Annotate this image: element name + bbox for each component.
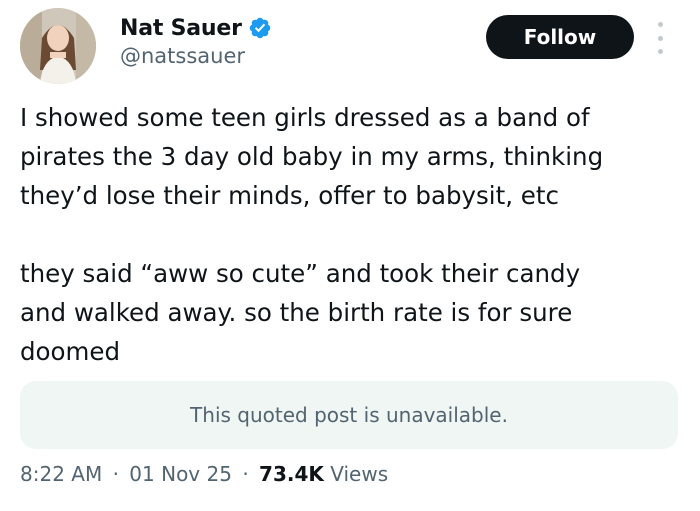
tweet-text: I showed some teen girls dressed as a ba… <box>20 98 680 371</box>
tweet-date[interactable]: 01 Nov 25 <box>129 462 232 486</box>
verified-badge-icon <box>248 16 272 40</box>
tweet-line: pirates the 3 day old baby in my arms, t… <box>20 142 604 171</box>
tweet-line: they’d lose their minds, offer to babysi… <box>20 181 559 210</box>
follow-button[interactable]: Follow <box>486 15 634 59</box>
profile-photo <box>20 8 96 84</box>
tweet-line: I showed some teen girls dressed as a ba… <box>20 103 590 132</box>
tweet-line: and walked away. so the birth rate is fo… <box>20 298 573 327</box>
quoted-post-unavailable: This quoted post is unavailable. <box>20 381 678 449</box>
author-display-name[interactable]: Nat Sauer <box>120 16 242 41</box>
avatar[interactable] <box>20 8 96 84</box>
meta-separator: · <box>112 462 119 486</box>
views-label: Views <box>330 462 389 486</box>
tweet-meta: 8:22 AM · 01 Nov 25 · 73.4K Views <box>20 462 388 486</box>
views-count: 73.4K <box>259 462 324 486</box>
tweet-line: doomed <box>20 337 121 366</box>
author-name-row: Nat Sauer <box>120 10 272 46</box>
tweet-line: they said “aww so cute” and took their c… <box>20 259 581 288</box>
more-vertical-icon[interactable] <box>650 22 670 54</box>
quoted-post-message: This quoted post is unavailable. <box>190 403 508 427</box>
meta-separator: · <box>242 462 249 486</box>
author-handle[interactable]: @natssauer <box>120 44 245 68</box>
tweet-time[interactable]: 8:22 AM <box>20 462 102 486</box>
